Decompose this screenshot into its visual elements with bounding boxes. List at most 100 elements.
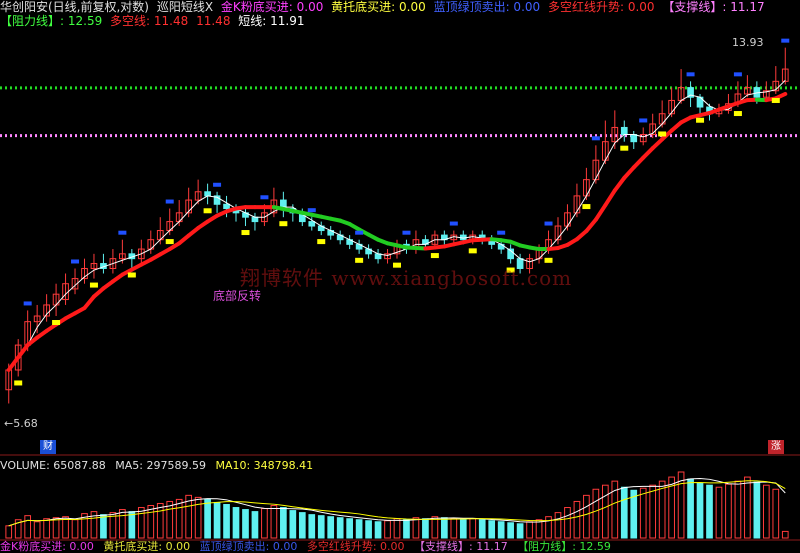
moving-average-lines	[9, 80, 786, 370]
volume-bar	[195, 497, 201, 538]
yellow-marker	[772, 98, 780, 103]
volume-bar	[489, 521, 495, 538]
blue-marker	[592, 136, 600, 140]
volume-bar	[262, 509, 268, 538]
longshort-value2: 11.48	[196, 14, 230, 28]
longshort-line	[776, 94, 785, 98]
volume-bar	[763, 485, 769, 538]
yellow-bottom-value: 黄托底买进: 0.00	[331, 0, 426, 14]
longshort-line	[634, 158, 643, 168]
longshort-line	[9, 357, 18, 370]
yellow-marker	[620, 146, 628, 151]
high-price-label: 13.93	[732, 36, 764, 49]
volume-bar	[25, 516, 31, 538]
volume-bar	[356, 520, 362, 538]
volume-ma5: MA5: 297589.59	[115, 459, 206, 472]
support-value: 【支撑线】: 11.17	[662, 0, 764, 14]
volume-bar	[697, 483, 703, 538]
volume-bar	[129, 512, 135, 538]
yellow-marker	[279, 221, 287, 226]
blue-marker	[355, 231, 363, 235]
volume-bar	[413, 518, 419, 538]
volume-bar	[773, 489, 779, 538]
watermark: 翔博软件 www.xiangbosoft.com	[240, 262, 572, 291]
blue-marker	[166, 200, 174, 204]
volume-bar	[555, 513, 561, 538]
volume-bar	[659, 481, 665, 538]
yellow-marker	[582, 204, 590, 209]
volume-ma10: MA10: 348798.41	[215, 459, 313, 472]
yellow-marker	[166, 239, 174, 244]
volume-bar	[754, 482, 760, 538]
longshort-line	[605, 190, 614, 205]
volume-bar	[726, 484, 732, 538]
candlestick-series	[6, 48, 788, 404]
volume-bar	[460, 520, 466, 538]
indicator-header-line1: 华创阳安(日线,前复权,对数) 巡阳短线X 金K粉底买进: 0.00 黄托底买进…	[0, 0, 769, 14]
volume-bar	[366, 521, 372, 538]
volume-bar	[546, 517, 552, 538]
indicator-header-line2: 【阻力线】: 12.59 多空线: 11.48 11.48 短线: 11.91	[0, 14, 309, 28]
volume-bar	[243, 510, 249, 538]
volume-bar	[640, 488, 646, 538]
signal-markers	[14, 39, 789, 386]
yellow-marker	[14, 380, 22, 385]
resistance-value: 【阻力线】: 12.59	[0, 14, 102, 28]
volume-bar	[688, 479, 694, 538]
blue-marker	[781, 39, 789, 43]
volume-bar	[423, 519, 429, 538]
low-price-label: ←5.68	[4, 417, 38, 430]
volume-bar	[337, 518, 343, 538]
longshort-line	[615, 178, 624, 191]
volume-bar	[565, 508, 571, 538]
volume-bar	[224, 504, 230, 538]
volume-bar	[53, 518, 59, 538]
volume-value: VOLUME: 65087.88	[0, 459, 106, 472]
volume-bar	[527, 522, 533, 538]
volume-bar	[451, 519, 457, 538]
volume-bar	[44, 519, 50, 538]
volume-bar	[602, 485, 608, 538]
volume-bar	[404, 520, 410, 538]
short-line	[9, 80, 786, 370]
volume-bar	[290, 511, 296, 538]
volume-bar	[782, 531, 788, 538]
blue-marker	[639, 118, 647, 122]
volume-bar	[233, 508, 239, 538]
longshort-line	[84, 297, 93, 308]
volume-bar	[385, 521, 391, 538]
volume-bar	[508, 523, 514, 538]
longshort-line	[586, 220, 595, 231]
volume-bar	[584, 495, 590, 538]
yellow-marker	[317, 239, 325, 244]
volume-bar	[281, 508, 287, 538]
candle-body	[621, 127, 627, 134]
volume-bar	[299, 513, 305, 538]
volume-bar	[498, 522, 504, 538]
volume-bar	[650, 485, 656, 538]
blue-marker	[308, 208, 316, 212]
volume-bar	[394, 519, 400, 538]
yellow-marker	[241, 230, 249, 235]
volume-bar	[148, 506, 154, 538]
longshort-line	[18, 345, 27, 357]
volume-bar	[328, 517, 334, 538]
finance-tag[interactable]: 财	[40, 440, 56, 454]
volume-bar	[72, 520, 78, 538]
volume-bar	[442, 518, 448, 538]
volume-bar	[318, 516, 324, 538]
volume-bar	[593, 489, 599, 538]
blue-marker	[402, 231, 410, 235]
blue-marker	[545, 222, 553, 226]
blue-marker	[497, 231, 505, 235]
short-line-value: 短线: 11.91	[238, 14, 304, 28]
volume-bar	[205, 499, 211, 538]
volume-bar	[6, 526, 12, 538]
volume-bar	[101, 515, 107, 538]
longshort-line	[643, 148, 652, 158]
volume-bar	[176, 499, 182, 538]
red-line-value: 多空红线升势: 0.00	[548, 0, 655, 14]
volume-bar	[707, 485, 713, 538]
candle-body	[631, 135, 637, 142]
rise-tag[interactable]: 涨	[768, 440, 784, 454]
